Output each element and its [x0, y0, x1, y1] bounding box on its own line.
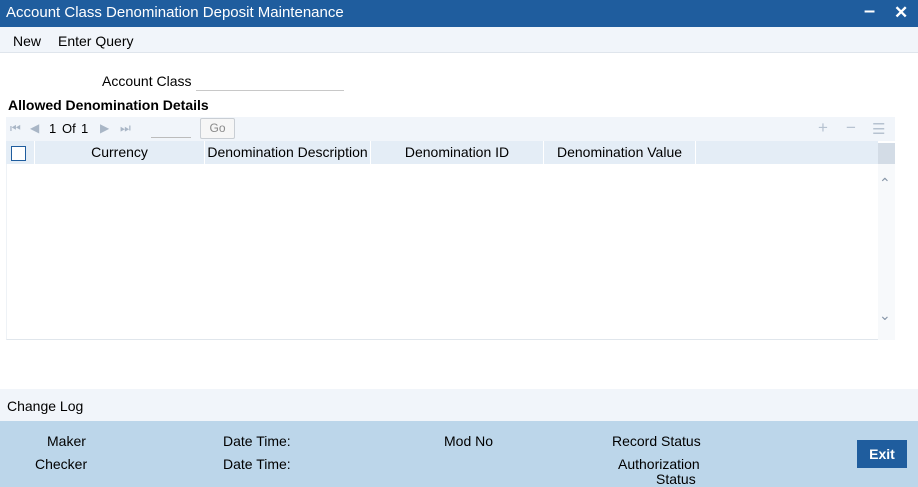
- previous-page-icon[interactable]: ◀: [30, 121, 39, 135]
- column-header-denomination-description[interactable]: Denomination Description: [205, 141, 371, 164]
- maker-date-time-label: Date Time:: [223, 433, 291, 449]
- delete-row-icon[interactable]: −: [846, 118, 856, 138]
- record-status-label: Record Status: [612, 433, 701, 449]
- maker-label: Maker: [47, 433, 86, 449]
- exit-button[interactable]: Exit: [857, 440, 907, 468]
- checker-date-time-label: Date Time:: [223, 456, 291, 472]
- last-page-icon[interactable]: ⏭: [120, 121, 131, 136]
- change-log-label: Change Log: [7, 398, 84, 414]
- grid-toolbar: ⏮ ◀ 1 Of 1 ▶ ⏭ Go + − ☰: [6, 117, 895, 141]
- scroll-down-icon[interactable]: ⌄: [879, 307, 891, 324]
- enter-query-button[interactable]: Enter Query: [58, 33, 133, 49]
- scroll-up-icon[interactable]: ⌃: [879, 175, 891, 192]
- first-page-icon[interactable]: ⏮: [10, 121, 21, 136]
- grid-header: Currency Denomination Description Denomi…: [6, 141, 878, 164]
- title-bar: Account Class Denomination Deposit Maint…: [0, 0, 918, 27]
- section-title: Allowed Denomination Details: [8, 97, 209, 113]
- menu-bar: New Enter Query: [0, 27, 918, 53]
- change-log-bar: Change Log: [0, 389, 918, 421]
- close-icon[interactable]: ✕: [894, 3, 908, 23]
- checker-label: Checker: [35, 456, 88, 472]
- mod-no-label: Mod No: [444, 433, 494, 449]
- total-pages: 1: [81, 121, 89, 136]
- select-all-checkbox[interactable]: [11, 146, 26, 161]
- window-title: Account Class Denomination Deposit Maint…: [6, 4, 344, 21]
- page-number-input[interactable]: [151, 120, 191, 138]
- of-label: Of: [62, 121, 76, 136]
- column-header-currency[interactable]: Currency: [35, 141, 205, 164]
- add-row-icon[interactable]: +: [818, 118, 828, 138]
- column-header-denomination-id[interactable]: Denomination ID: [371, 141, 544, 164]
- authorization-status-label: Authorization: [618, 456, 700, 472]
- audit-footer: Maker Checker Date Time: Date Time: Mod …: [0, 421, 918, 487]
- scrollbar-header: [878, 143, 895, 164]
- account-class-input[interactable]: [196, 71, 344, 91]
- account-class-label: Account Class: [102, 73, 192, 89]
- grid-body: [6, 164, 895, 340]
- next-page-icon[interactable]: ▶: [100, 121, 109, 135]
- authorization-status-label-line2: Status: [656, 471, 696, 487]
- new-button[interactable]: New: [13, 33, 41, 49]
- go-button[interactable]: Go: [200, 118, 235, 139]
- column-header-denomination-value[interactable]: Denomination Value: [544, 141, 696, 164]
- current-page: 1: [49, 121, 57, 136]
- single-view-icon[interactable]: ☰: [872, 120, 885, 138]
- minimize-icon[interactable]: –: [864, 0, 875, 23]
